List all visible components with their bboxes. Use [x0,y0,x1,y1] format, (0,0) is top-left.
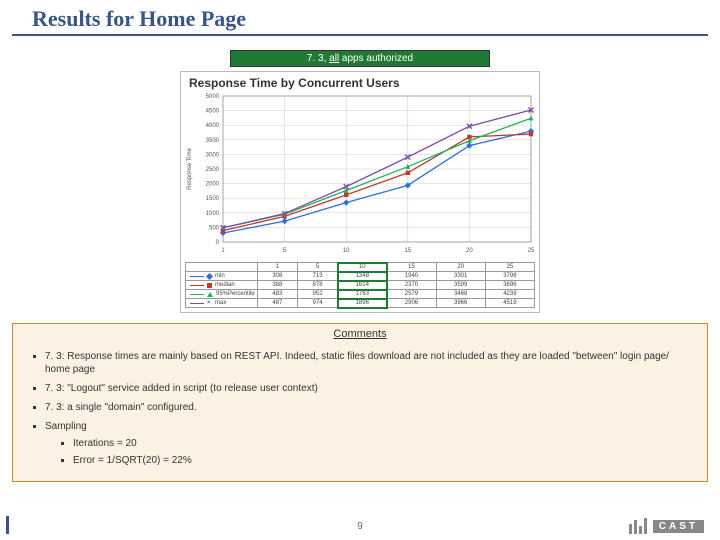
svg-text:0: 0 [216,240,220,246]
banner-suffix: apps authorized [339,53,413,64]
svg-text:10: 10 [343,248,350,254]
svg-text:1500: 1500 [206,196,220,202]
comment-item: SamplingIterations = 20Error = 1/SQRT(20… [45,420,691,467]
svg-text:4000: 4000 [206,123,220,129]
svg-text:5000: 5000 [206,94,220,100]
comments-panel: Comments 7. 3: Response times are mainly… [12,323,708,482]
svg-text:25: 25 [528,248,535,254]
page-number: 9 [357,521,363,532]
svg-text:1: 1 [221,248,225,254]
banner-prefix: 7. 3, [307,53,329,64]
barcode-icon [629,518,647,534]
svg-text:3000: 3000 [206,152,220,158]
comments-heading: Comments [13,324,707,344]
page-title: Results for Home Page [12,0,708,36]
chart-title: Response Time by Concurrent Users [181,72,539,90]
svg-text:1000: 1000 [206,211,220,217]
banner-underlined: all [329,53,339,64]
svg-text:Response Time: Response Time [187,147,193,189]
chart-data-table: 1510152025min3087131348194033013798media… [185,262,535,308]
comment-item: 7. 3: Response times are mainly based on… [45,350,691,376]
svg-text:500: 500 [209,225,220,231]
comment-item: 7. 3: a single "domain" configured. [45,401,691,414]
comments-list: 7. 3: Response times are mainly based on… [13,350,707,481]
svg-text:15: 15 [404,248,411,254]
svg-text:4500: 4500 [206,109,220,115]
version-banner: 7. 3, all apps authorized [230,50,490,67]
cast-logo: CAST [629,518,704,534]
comment-subitem: Error = 1/SQRT(20) = 22% [73,454,691,467]
footer-bar: 9 CAST [0,518,720,534]
svg-text:5: 5 [283,248,287,254]
svg-text:2000: 2000 [206,182,220,188]
svg-text:3500: 3500 [206,138,220,144]
comment-subitem: Iterations = 20 [73,437,691,450]
logo-text: CAST [653,520,704,533]
comment-item: 7. 3: "Logout" service added in script (… [45,382,691,395]
svg-text:20: 20 [466,248,473,254]
svg-text:2500: 2500 [206,167,220,173]
line-chart: 0 500 1000 1500 2000 2500 3000 3500 4000 4500 5000… [181,90,539,260]
chart-container: Response Time by Concurrent Users 0 500 10… [180,71,540,313]
